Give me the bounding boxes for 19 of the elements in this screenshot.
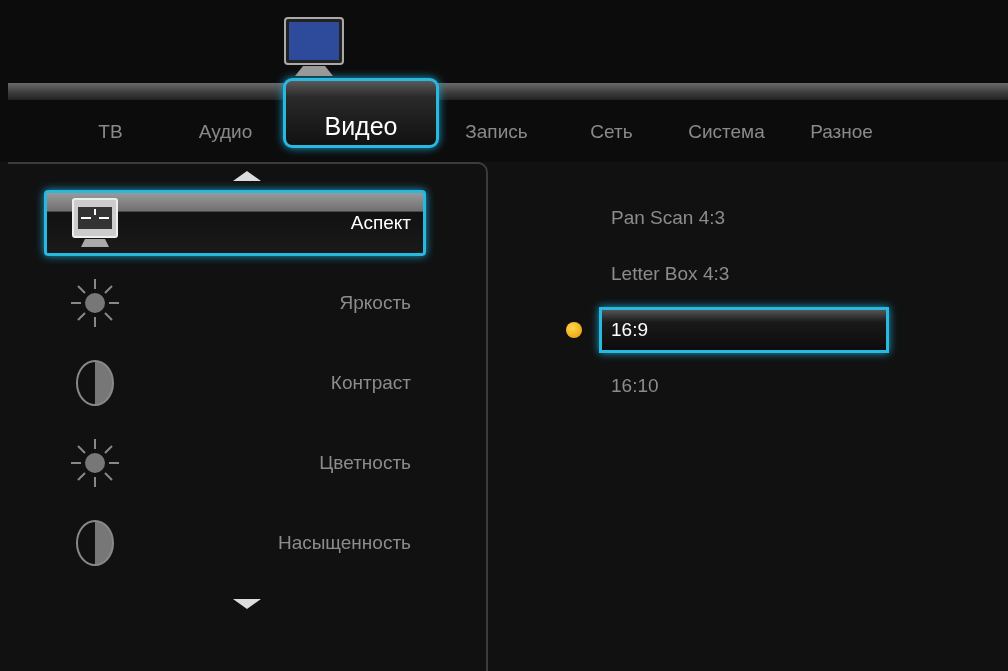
tab[interactable]: Запись bbox=[439, 78, 554, 148]
tab[interactable]: Видео bbox=[283, 78, 439, 148]
option-item[interactable]: Letter Box 4:3 bbox=[599, 251, 889, 297]
tab[interactable]: Аудио bbox=[168, 78, 283, 148]
scroll-down-icon bbox=[231, 598, 263, 610]
option-item[interactable]: 16:10 bbox=[599, 363, 889, 409]
tab[interactable]: Сеть bbox=[554, 78, 669, 148]
setting-item[interactable]: Яркость bbox=[44, 270, 426, 336]
tab[interactable]: ТВ bbox=[53, 78, 168, 148]
tab[interactable]: Разное bbox=[784, 78, 899, 148]
setting-item[interactable]: Контраст bbox=[44, 350, 426, 416]
setting-item[interactable]: Насыщенность bbox=[44, 510, 426, 576]
tab[interactable]: Система bbox=[669, 78, 784, 148]
setting-item[interactable]: Цветность bbox=[44, 430, 426, 496]
scroll-up-icon bbox=[231, 170, 263, 182]
option-item[interactable]: 16:9 bbox=[599, 307, 889, 353]
option-item[interactable]: Pan Scan 4:3 bbox=[599, 195, 889, 241]
tv-icon bbox=[283, 16, 345, 78]
setting-item[interactable]: Аспект bbox=[44, 190, 426, 256]
